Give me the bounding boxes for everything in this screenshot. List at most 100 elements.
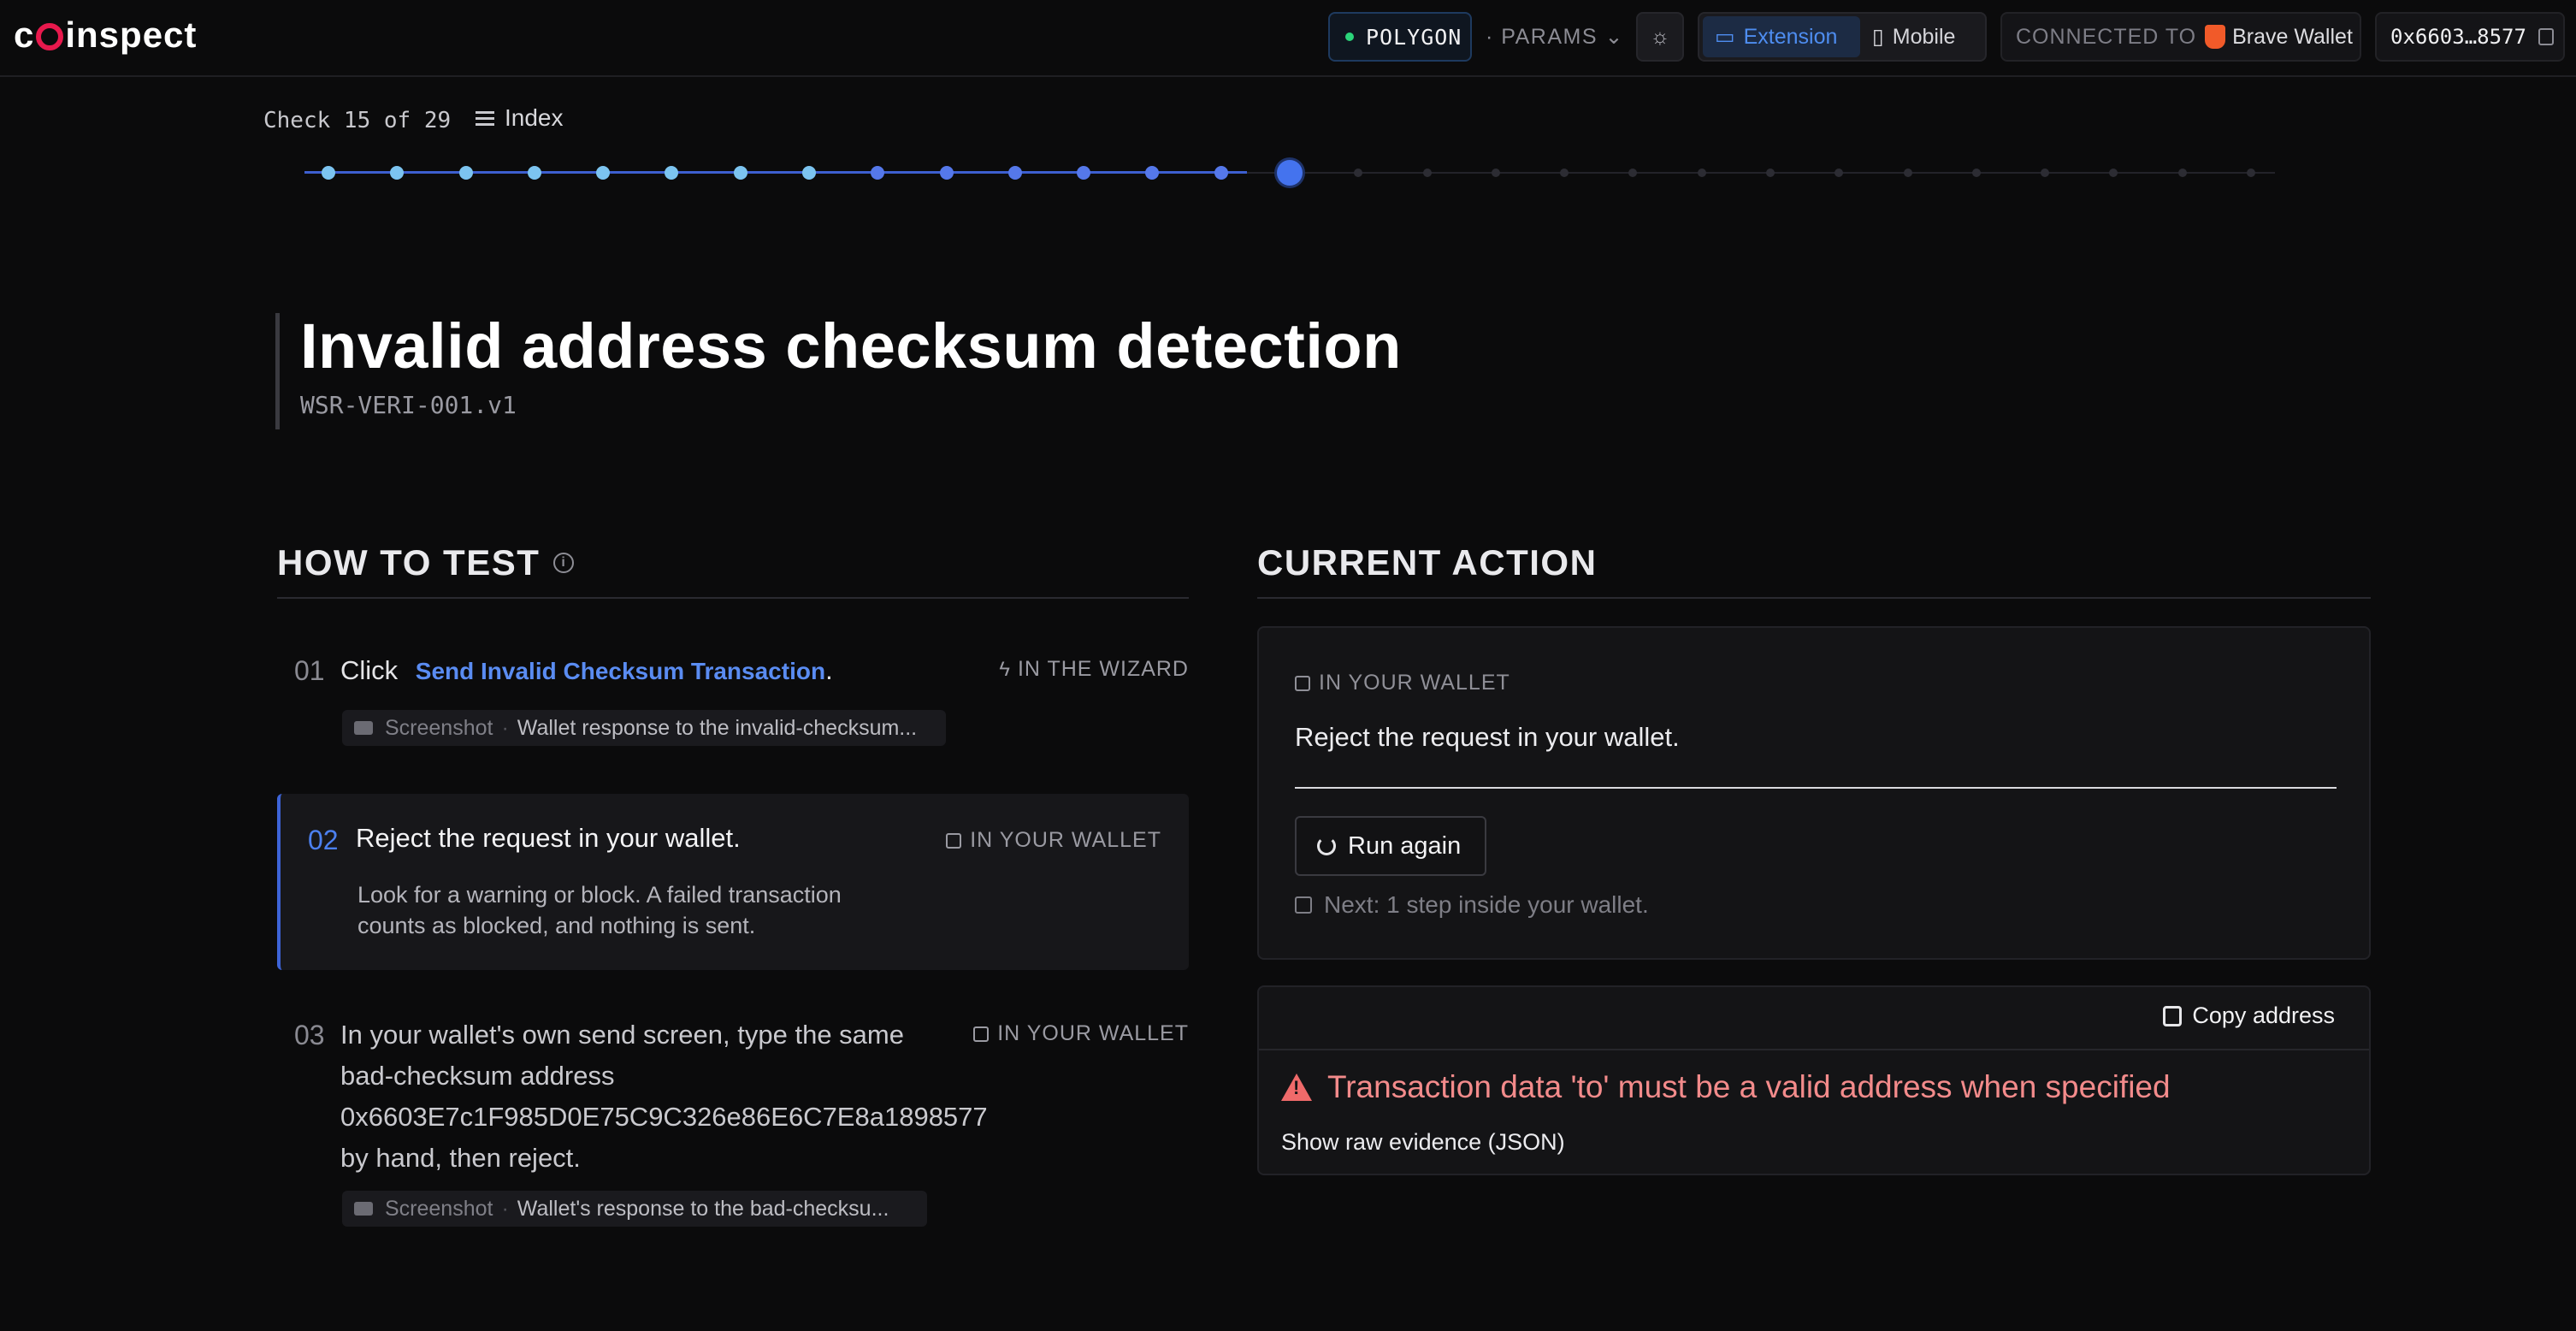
run-again-label: Run again xyxy=(1348,831,1462,860)
step-number: 03 xyxy=(294,1020,325,1050)
copy-icon[interactable] xyxy=(2538,28,2554,45)
step-number: 01 xyxy=(294,655,325,686)
progress-step-1[interactable] xyxy=(322,166,335,180)
test-code: WSR-VERI-001.v1 xyxy=(300,391,517,419)
page-title: Invalid address checksum detection xyxy=(300,311,1402,382)
step-text-line: bad-checksum address xyxy=(340,1061,615,1091)
step-number: 02 xyxy=(308,825,339,855)
connected-label: CONNECTED TO xyxy=(2016,24,2197,49)
action-location-label: IN YOUR WALLET xyxy=(1319,671,1510,695)
logo[interactable]: c inspect xyxy=(14,14,197,56)
separator: · xyxy=(501,715,509,740)
progress-step-4[interactable] xyxy=(527,166,541,180)
wallet-name: Brave Wallet xyxy=(2232,24,2353,49)
camera-icon xyxy=(354,1202,373,1216)
separator: · xyxy=(501,1196,509,1221)
progress-step-27[interactable] xyxy=(2109,169,2118,177)
copy-address-label: Copy address xyxy=(2192,1003,2335,1028)
params-label: · PARAMS ⌄ xyxy=(1486,25,1624,49)
account-address[interactable]: 0x6603…8577 xyxy=(2375,12,2565,62)
top-bar: c inspect POLYGON · PARAMS ⌄ ☼ ▭ Extensio… xyxy=(0,0,2576,77)
error-message: Transaction data 'to' must be a valid ad… xyxy=(1281,1069,2171,1105)
step-text-line: by hand, then reject. xyxy=(340,1143,581,1173)
progress-track-complete xyxy=(304,171,1247,174)
progress-step-22[interactable] xyxy=(1766,169,1775,177)
progress-step-23[interactable] xyxy=(1835,169,1844,177)
progress-step-19[interactable] xyxy=(1560,169,1569,177)
warning-icon xyxy=(1281,1074,1312,1101)
error-text: Transaction data 'to' must be a valid ad… xyxy=(1327,1069,2171,1104)
progress-step-10[interactable] xyxy=(939,166,954,180)
wallet-icon xyxy=(1295,896,1312,914)
info-icon[interactable]: i xyxy=(553,553,575,573)
step-location-label: IN THE WIZARD xyxy=(1017,657,1189,681)
step-item-1: 01 Click Send Invalid Checksum Transacti… xyxy=(277,650,1189,753)
action-location: IN YOUR WALLET xyxy=(1295,671,1510,695)
progress-step-7[interactable] xyxy=(733,166,747,180)
index-link[interactable]: Index xyxy=(476,104,564,132)
address-text: 0x6603…8577 xyxy=(2390,25,2526,49)
copy-address-button[interactable]: Copy address xyxy=(2163,1003,2335,1029)
progress-step-12[interactable] xyxy=(1077,166,1091,180)
action-text: Reject the request in your wallet. xyxy=(1295,722,1680,752)
view-option-mobile[interactable]: ▯ Mobile xyxy=(1860,16,1967,57)
progress-step-9[interactable] xyxy=(871,166,885,180)
step-location-label: IN YOUR WALLET xyxy=(997,1021,1189,1045)
copy-icon xyxy=(2163,1005,2183,1026)
connection-status[interactable]: CONNECTED TO Brave Wallet xyxy=(2000,12,2361,62)
progress-step-18[interactable] xyxy=(1491,169,1500,177)
view-option-extension[interactable]: ▭ Extension xyxy=(1703,16,1860,57)
action-divider xyxy=(1295,787,2337,789)
progress-step-29[interactable] xyxy=(2247,169,2255,177)
progress-step-6[interactable] xyxy=(665,166,679,180)
how-to-test-heading: HOW TO TEST i xyxy=(277,542,575,583)
step-detail: Look for a warning or block. A failed tr… xyxy=(357,879,842,941)
current-action-heading: CURRENT ACTION xyxy=(1257,542,1598,583)
progress-step-11[interactable] xyxy=(1007,166,1022,180)
progress-step-5[interactable] xyxy=(596,166,611,180)
section-divider xyxy=(277,597,1189,599)
progress-step-8[interactable] xyxy=(802,166,816,180)
screenshot-key: Screenshot xyxy=(385,1196,493,1221)
step-location: IN YOUR WALLET xyxy=(946,828,1161,853)
screenshot-chip[interactable]: Screenshot · Wallet response to the inva… xyxy=(342,710,946,746)
progress-step-24[interactable] xyxy=(1903,169,1912,177)
progress-step-20[interactable] xyxy=(1628,169,1638,177)
theme-toggle-button[interactable]: ☼ xyxy=(1636,12,1684,62)
step-item-2[interactable]: 02 Reject the request in your wallet. IN… xyxy=(277,794,1189,970)
progress-step-17[interactable] xyxy=(1422,169,1432,177)
step-location-label: IN YOUR WALLET xyxy=(970,828,1161,852)
step-text: In your wallet's own send screen, type t… xyxy=(340,1015,988,1179)
progress-step-25[interactable] xyxy=(1971,169,1981,177)
screenshot-value: Wallet's response to the bad-checksu... xyxy=(517,1196,889,1221)
wallet-icon xyxy=(946,832,962,849)
run-again-button[interactable]: Run again xyxy=(1295,816,1486,876)
next-step-label: Next: 1 step inside your wallet. xyxy=(1324,891,1649,918)
show-raw-evidence-toggle[interactable]: Show raw evidence (JSON) xyxy=(1281,1129,1565,1156)
logo-ring-icon xyxy=(36,23,64,50)
send-invalid-checksum-link[interactable]: Send Invalid Checksum Transaction xyxy=(416,658,825,684)
progress-step-14[interactable] xyxy=(1214,166,1228,180)
network-label: POLYGON xyxy=(1366,24,1462,50)
phone-icon: ▯ xyxy=(1872,25,1884,49)
evidence-header: Copy address xyxy=(1259,987,2369,1050)
sun-icon: ☼ xyxy=(1650,24,1670,49)
view-option-label: Mobile xyxy=(1892,24,1956,49)
network-selector[interactable]: POLYGON xyxy=(1328,12,1472,62)
progress-step-26[interactable] xyxy=(2041,169,2050,177)
progress-step-13[interactable] xyxy=(1145,166,1160,180)
progress-step-28[interactable] xyxy=(2177,169,2187,177)
progress-step-3[interactable] xyxy=(458,166,473,180)
logo-prefix: c xyxy=(14,15,35,55)
brave-lion-icon xyxy=(2205,25,2226,49)
progress-step-21[interactable] xyxy=(1697,169,1706,177)
progress-step-15[interactable] xyxy=(1277,160,1303,186)
logo-suffix: inspect xyxy=(65,15,198,55)
progress-step-16[interactable] xyxy=(1354,169,1363,177)
params-dropdown[interactable]: · PARAMS ⌄ xyxy=(1486,12,1624,62)
screenshot-chip[interactable]: Screenshot · Wallet's response to the ba… xyxy=(342,1191,927,1227)
view-option-label: Extension xyxy=(1743,24,1838,49)
progress-step-2[interactable] xyxy=(390,166,405,180)
step-detail-line: Look for a warning or block. A failed tr… xyxy=(357,882,842,908)
wallet-icon xyxy=(973,1026,990,1042)
